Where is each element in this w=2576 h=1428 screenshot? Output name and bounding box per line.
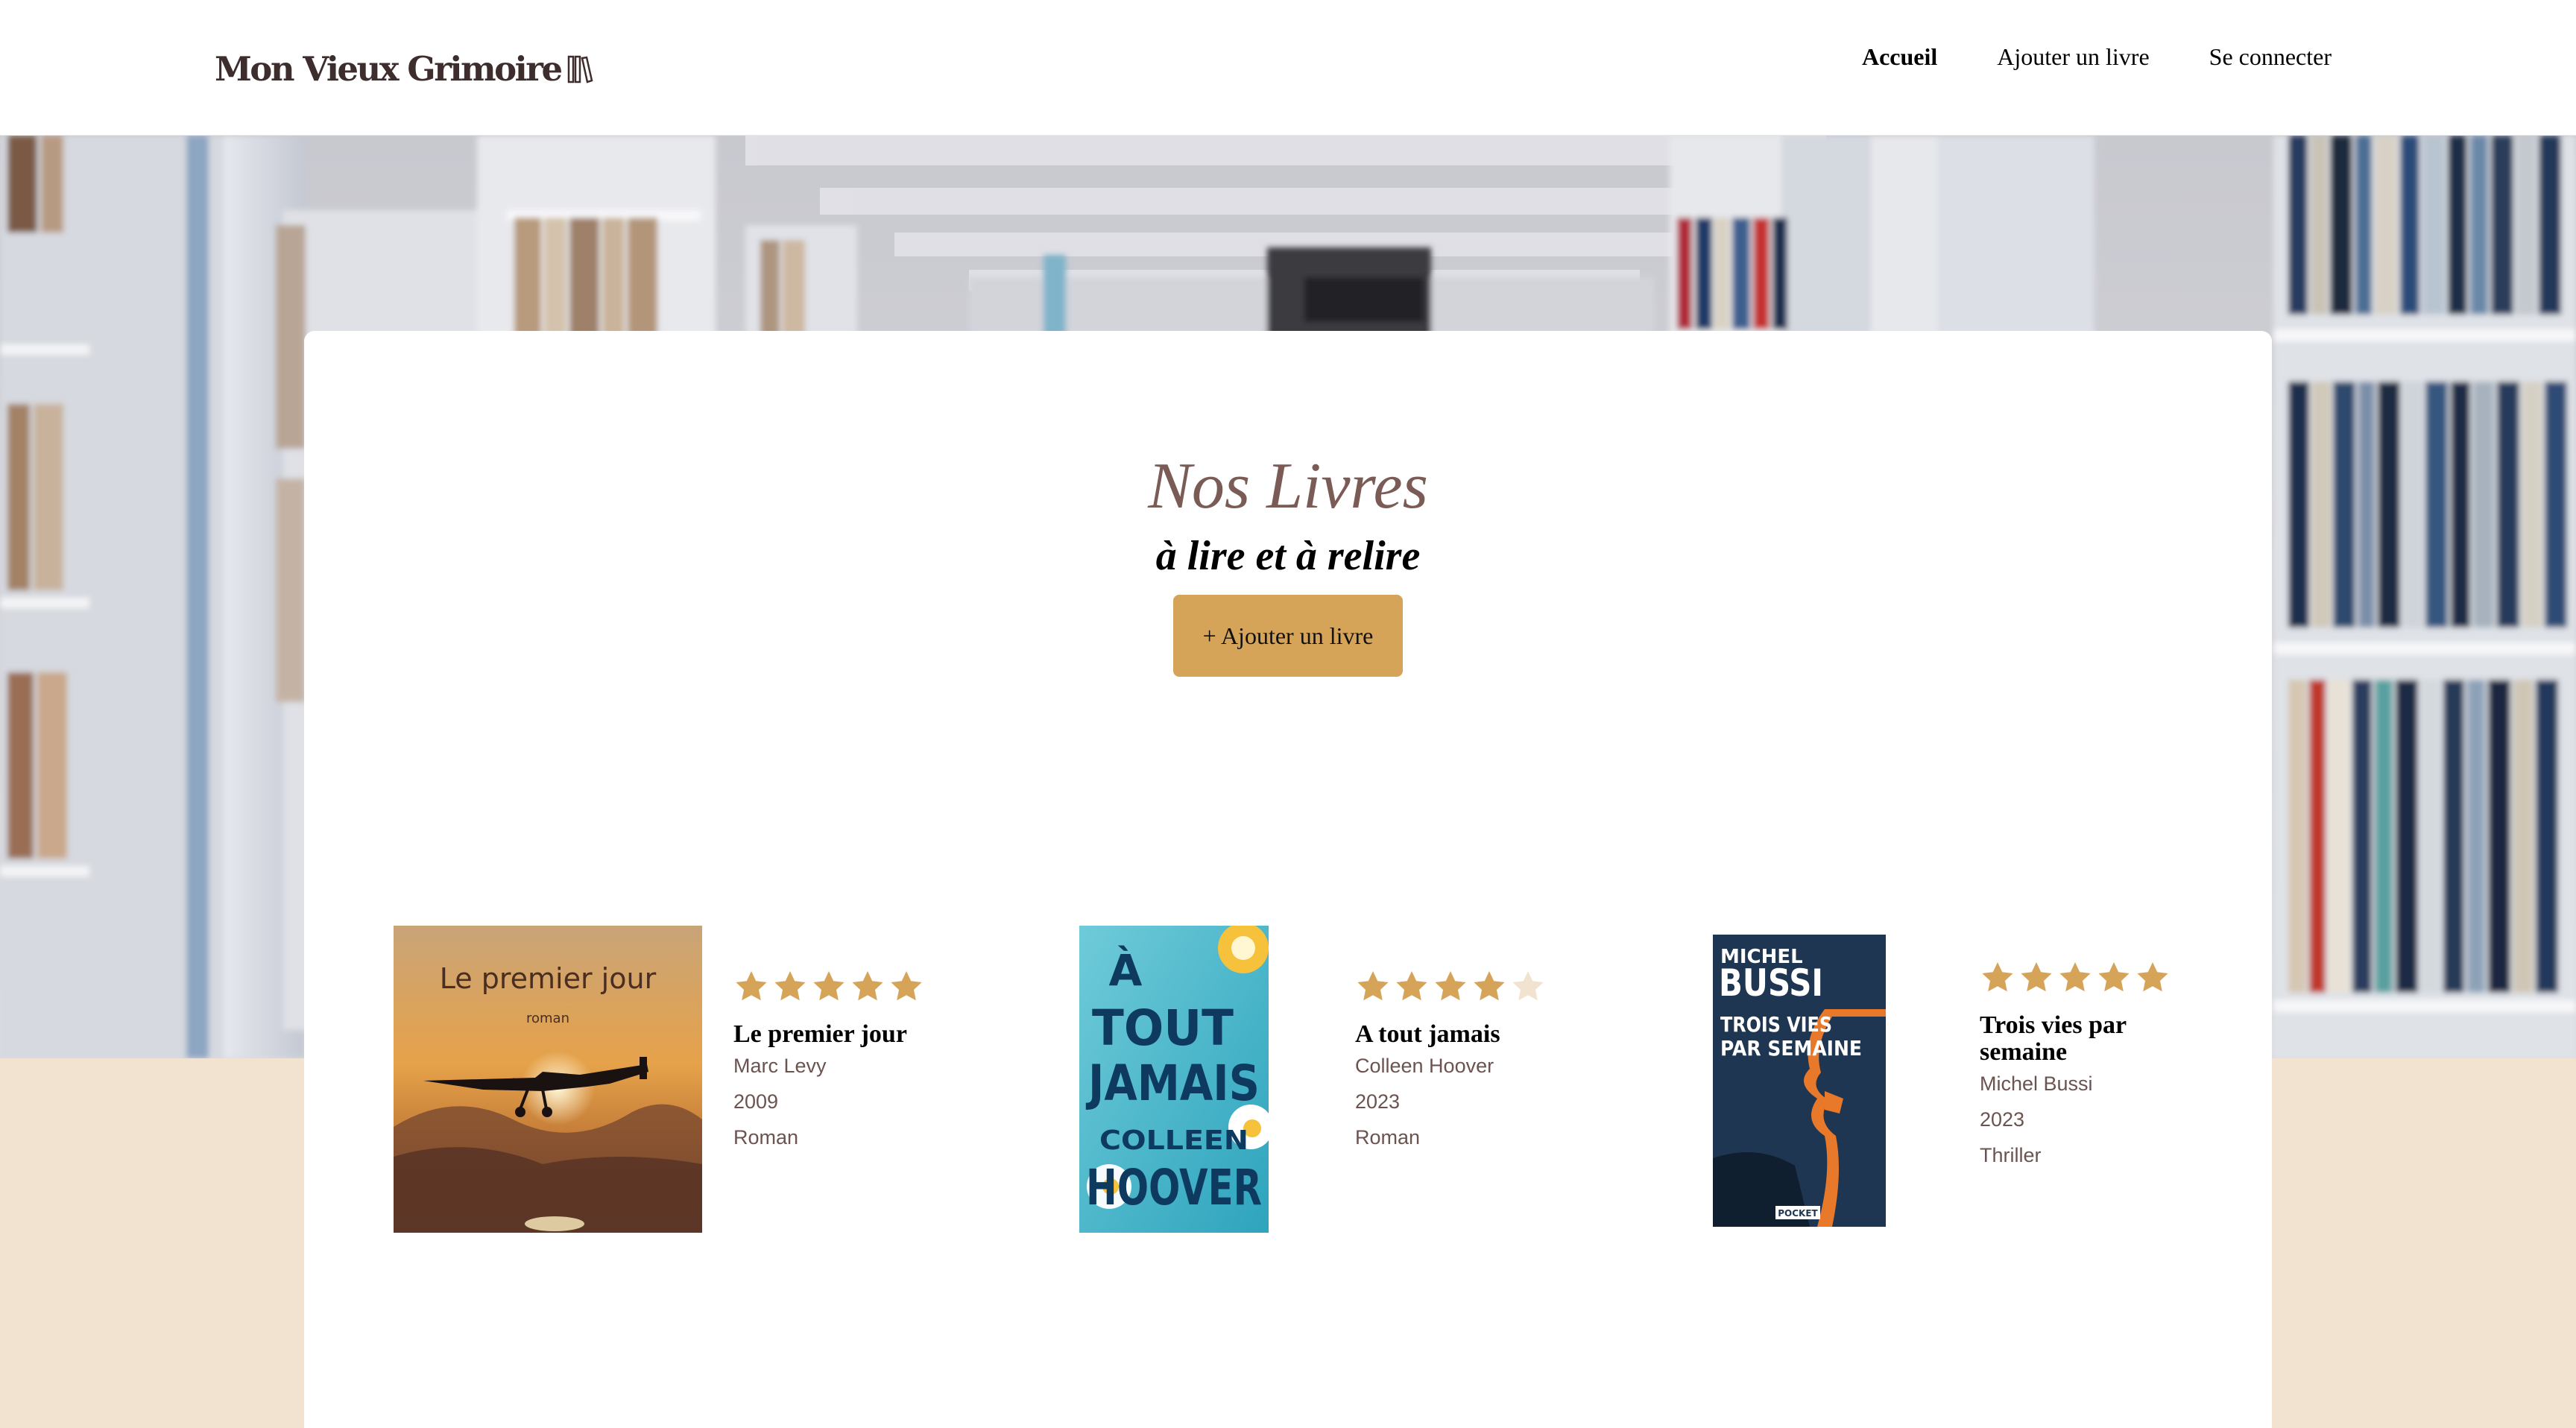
book-title: Le premier jour xyxy=(733,1020,907,1048)
book-author: Michel Bussi xyxy=(1980,1072,2093,1095)
cover-title: Le premier jour xyxy=(440,962,657,995)
book-title: A tout jamais xyxy=(1355,1020,1500,1048)
logo-text: Mon Vieux Grimoire xyxy=(215,48,563,89)
cover-text-1: À xyxy=(1109,944,1143,996)
cover-subtitle: roman xyxy=(526,1011,569,1026)
book-genre: Thriller xyxy=(1980,1144,2042,1166)
rating-stars xyxy=(733,969,987,1006)
star-filled-icon xyxy=(1474,971,1505,1001)
star-empty-icon xyxy=(1512,971,1544,1001)
rating-stars xyxy=(1355,969,1609,1006)
cover-title-line1: TROIS VIES xyxy=(1720,1012,1832,1037)
book-year: 2023 xyxy=(1355,1090,1401,1113)
cover-title-line2: PAR SEMAINE xyxy=(1720,1036,1862,1061)
star-filled-icon xyxy=(852,971,883,1001)
nav-se-connecter[interactable]: Se connecter xyxy=(2209,43,2332,71)
cover-publisher: POCKET xyxy=(1778,1208,1818,1219)
star-filled-icon xyxy=(1435,971,1466,1001)
book-info: A tout jamais Colleen Hoover 2023 Roman xyxy=(1355,969,1609,1155)
book-author: Marc Levy xyxy=(733,1055,827,1077)
book-card[interactable]: À TOUT JAMAIS COLLEEN HOOVER A tout jama… xyxy=(1079,926,1646,1239)
page-subtitle: à lire et à relire xyxy=(1155,533,1421,579)
book-cover: MICHEL BUSSI TROIS VIES PAR SEMAINE POCK… xyxy=(1713,935,1886,1227)
cover-text-5: HOOVER xyxy=(1086,1159,1262,1216)
star-filled-icon xyxy=(2137,962,2168,992)
star-filled-icon xyxy=(813,971,845,1001)
page-title: Nos Livres xyxy=(1148,450,1428,522)
book-cover: Le premier jour roman xyxy=(394,926,702,1233)
star-filled-icon xyxy=(2098,962,2130,992)
book-cover: À TOUT JAMAIS COLLEEN HOOVER xyxy=(1079,926,1269,1233)
cover-text-3: JAMAIS xyxy=(1086,1055,1260,1112)
cover-author-last: BUSSI xyxy=(1719,961,1823,1005)
book-card[interactable]: MICHEL BUSSI TROIS VIES PAR SEMAINE POCK… xyxy=(1713,935,2250,1248)
logo[interactable]: Mon Vieux Grimoire xyxy=(215,46,594,91)
rating-stars xyxy=(1980,960,2203,997)
star-filled-icon xyxy=(891,971,922,1001)
book-info: Le premier jour Marc Levy 2009 Roman xyxy=(733,969,987,1155)
nav-ajouter-livre[interactable]: Ajouter un livre xyxy=(1997,43,2149,71)
books-icon xyxy=(567,52,594,85)
book-year: 2023 xyxy=(1980,1108,2025,1131)
star-filled-icon xyxy=(736,971,767,1001)
star-filled-icon xyxy=(1396,971,1427,1001)
book-card[interactable]: Le premier jour roman Le premier jour Ma… xyxy=(394,926,960,1239)
star-filled-icon xyxy=(1357,971,1389,1001)
star-filled-icon xyxy=(2059,962,2091,992)
nav-accueil[interactable]: Accueil xyxy=(1862,43,1937,71)
cover-text-2: TOUT xyxy=(1092,999,1234,1057)
star-filled-icon xyxy=(2021,962,2052,992)
main-nav: Accueil Ajouter un livre Se connecter xyxy=(1862,43,2332,71)
add-book-button[interactable]: + Ajouter un livre xyxy=(1173,595,1403,677)
book-title: Trois vies par semaine xyxy=(1980,1011,2127,1066)
books-card: Nos Livres à lire et à relire + Ajouter … xyxy=(304,331,2272,1428)
book-info: Trois vies par semaine Michel Bussi 2023… xyxy=(1980,960,2203,1173)
book-author: Colleen Hoover xyxy=(1355,1055,1494,1077)
site-header: Mon Vieux Grimoire Accueil Ajouter un li… xyxy=(0,0,2576,136)
book-genre: Roman xyxy=(1355,1126,1421,1149)
book-genre: Roman xyxy=(733,1126,799,1149)
star-filled-icon xyxy=(1982,962,2013,992)
cover-text-4: COLLEEN xyxy=(1099,1125,1248,1156)
star-filled-icon xyxy=(774,971,806,1001)
book-year: 2009 xyxy=(733,1090,779,1113)
